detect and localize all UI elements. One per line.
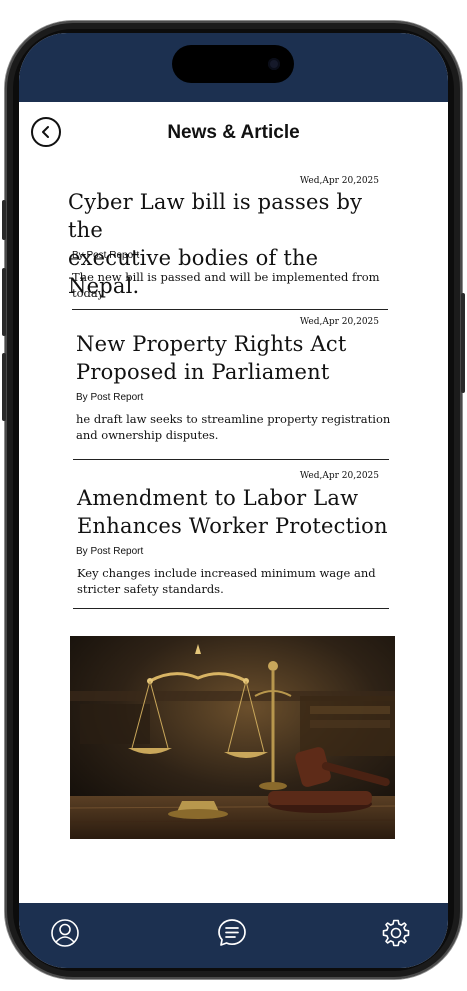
- article-headline: New Property Rights Act Proposed in Parl…: [76, 332, 347, 384]
- power-button: [461, 293, 465, 393]
- dynamic-island: [172, 45, 294, 83]
- volume-down-button: [2, 353, 6, 421]
- article-divider: [72, 309, 388, 310]
- article-byline: By Post Report: [76, 392, 144, 403]
- chat-icon: [218, 919, 246, 946]
- article-headline: Amendment to Labor Law Enhances Worker P…: [77, 486, 388, 538]
- nav-profile-button[interactable]: [49, 917, 81, 949]
- app-screen: News & Article Wed,Apr 20,2025 Cyber Law…: [19, 33, 448, 968]
- article-summary: Key changes include increased minimum wa…: [77, 566, 376, 596]
- action-button: [2, 200, 6, 240]
- article-date: Wed,Apr 20,2025: [299, 176, 379, 186]
- app-header: News & Article: [19, 102, 448, 162]
- article-divider: [73, 608, 389, 609]
- justice-scales-image: [70, 636, 395, 839]
- camera-icon: [268, 58, 280, 70]
- article-summary: he draft law seeks to streamline propert…: [76, 412, 391, 442]
- page-title: News & Article: [167, 122, 300, 143]
- article-summary: The new bill is passed and will be imple…: [72, 270, 380, 300]
- volume-up-button: [2, 268, 6, 336]
- scales-gavel-illustration: [70, 636, 395, 839]
- bottom-nav: [19, 903, 448, 968]
- nav-chat-button[interactable]: [216, 917, 248, 949]
- article-byline: By Post Report: [72, 250, 140, 261]
- nav-settings-button[interactable]: [380, 917, 412, 949]
- article-card[interactable]: Wed,Apr 20,2025 New Property Rights Act …: [72, 315, 393, 455]
- article-divider: [73, 459, 389, 460]
- article-card[interactable]: Wed,Apr 20,2025 Cyber Law bill is passes…: [68, 173, 393, 313]
- profile-icon: [51, 919, 79, 947]
- status-bar: [19, 33, 448, 102]
- settings-icon: [382, 919, 410, 947]
- article-date: Wed,Apr 20,2025: [299, 471, 379, 481]
- article-card[interactable]: Wed,Apr 20,2025 Amendment to Labor Law E…: [72, 469, 393, 609]
- article-byline: By Post Report: [76, 546, 144, 557]
- article-date: Wed,Apr 20,2025: [299, 317, 379, 327]
